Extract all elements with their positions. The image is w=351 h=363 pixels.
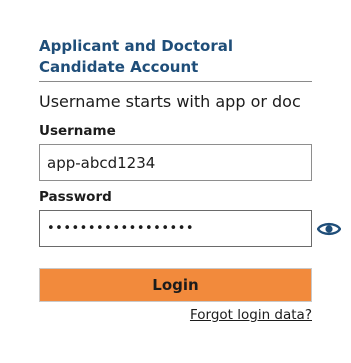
password-row <box>39 210 341 247</box>
password-label: Password <box>39 189 112 205</box>
password-field[interactable] <box>39 210 312 247</box>
username-label: Username <box>39 123 116 139</box>
username-hint: Username starts with app or doc <box>39 92 301 111</box>
username-field[interactable] <box>39 144 312 181</box>
login-button[interactable]: Login <box>39 268 312 302</box>
forgot-login-link[interactable]: Forgot login data? <box>39 307 312 323</box>
eye-icon[interactable] <box>317 221 341 237</box>
account-heading: Applicant and Doctoral Candidate Account <box>39 36 312 82</box>
login-panel: Applicant and Doctoral Candidate Account… <box>39 36 341 323</box>
